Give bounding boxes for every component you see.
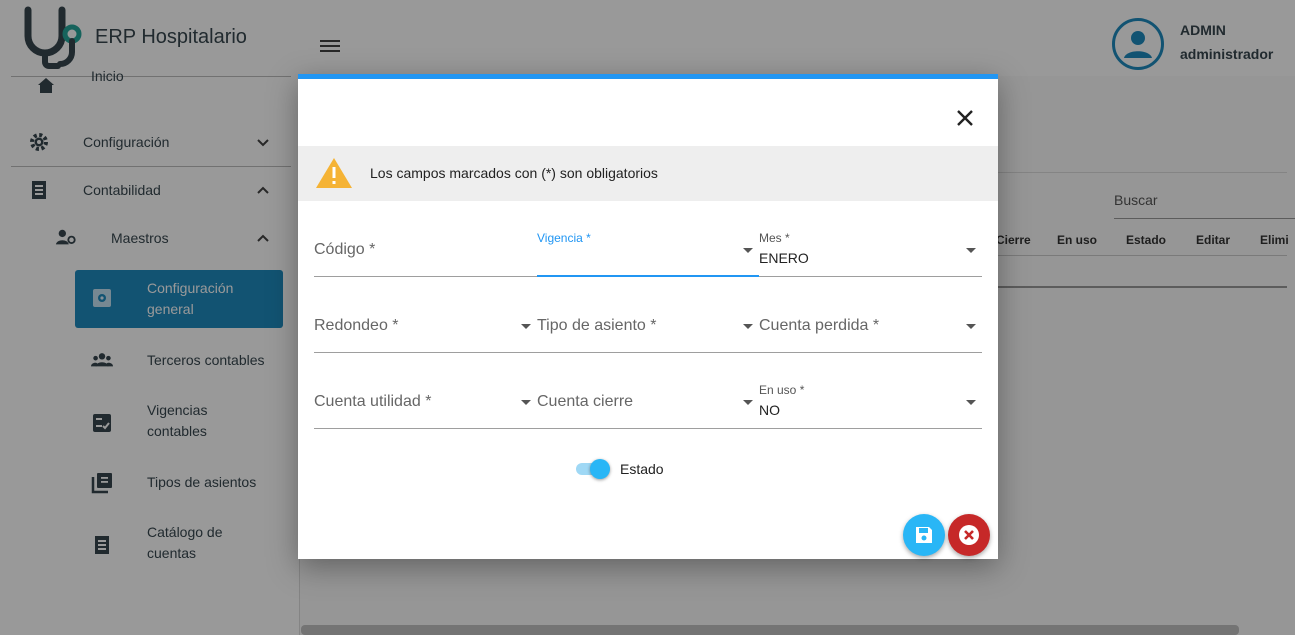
config-dialog: Los campos marcados con (*) son obligato… xyxy=(298,74,998,559)
cuenta-cierre-select[interactable]: Cuenta cierre xyxy=(537,353,759,429)
save-button[interactable] xyxy=(903,514,945,556)
dropdown-arrow-icon xyxy=(966,248,976,253)
field-label: En uso * xyxy=(759,383,805,397)
tipo-asiento-select[interactable]: Tipo de asiento * xyxy=(537,277,759,353)
dropdown-arrow-icon xyxy=(966,324,976,329)
dropdown-arrow-icon xyxy=(521,324,531,329)
dropdown-arrow-icon xyxy=(743,248,753,253)
cancel-circle-icon xyxy=(959,525,979,545)
field-label: Cuenta cierre xyxy=(537,393,634,410)
field-value: ENERO xyxy=(759,250,809,266)
floppy-disk-icon xyxy=(916,527,932,543)
notice-text: Los campos marcados con (*) son obligato… xyxy=(370,165,658,181)
field-label: Vigencia * xyxy=(537,231,591,245)
en-uso-select[interactable]: En uso * NO xyxy=(759,353,982,429)
field-label: Cuenta utilidad * xyxy=(314,393,432,410)
dropdown-arrow-icon xyxy=(966,400,976,405)
dropdown-arrow-icon xyxy=(743,400,753,405)
field-value: NO xyxy=(759,402,780,418)
estado-label: Estado xyxy=(620,461,664,477)
toggle-thumb xyxy=(590,459,610,479)
redondeo-select[interactable]: Redondeo * xyxy=(314,277,537,353)
field-label: Tipo de asiento * xyxy=(537,317,657,334)
warning-icon xyxy=(316,158,352,188)
required-notice: Los campos marcados con (*) son obligato… xyxy=(298,146,998,201)
cuenta-utilidad-select[interactable]: Cuenta utilidad * xyxy=(314,353,537,429)
field-label: Cuenta perdida * xyxy=(759,317,880,334)
close-icon[interactable] xyxy=(953,106,977,130)
dropdown-arrow-icon xyxy=(743,324,753,329)
cuenta-perdida-select[interactable]: Cuenta perdida * xyxy=(759,277,982,353)
vigencia-select[interactable]: Vigencia * xyxy=(537,201,759,277)
cancel-button[interactable] xyxy=(948,514,990,556)
field-label: Código * xyxy=(314,241,376,258)
field-label: Redondeo * xyxy=(314,317,399,334)
codigo-field[interactable]: Código * xyxy=(314,201,537,277)
estado-toggle[interactable] xyxy=(576,459,612,479)
field-label: Mes * xyxy=(759,231,790,245)
mes-select[interactable]: Mes * ENERO xyxy=(759,201,982,277)
dropdown-arrow-icon xyxy=(521,400,531,405)
